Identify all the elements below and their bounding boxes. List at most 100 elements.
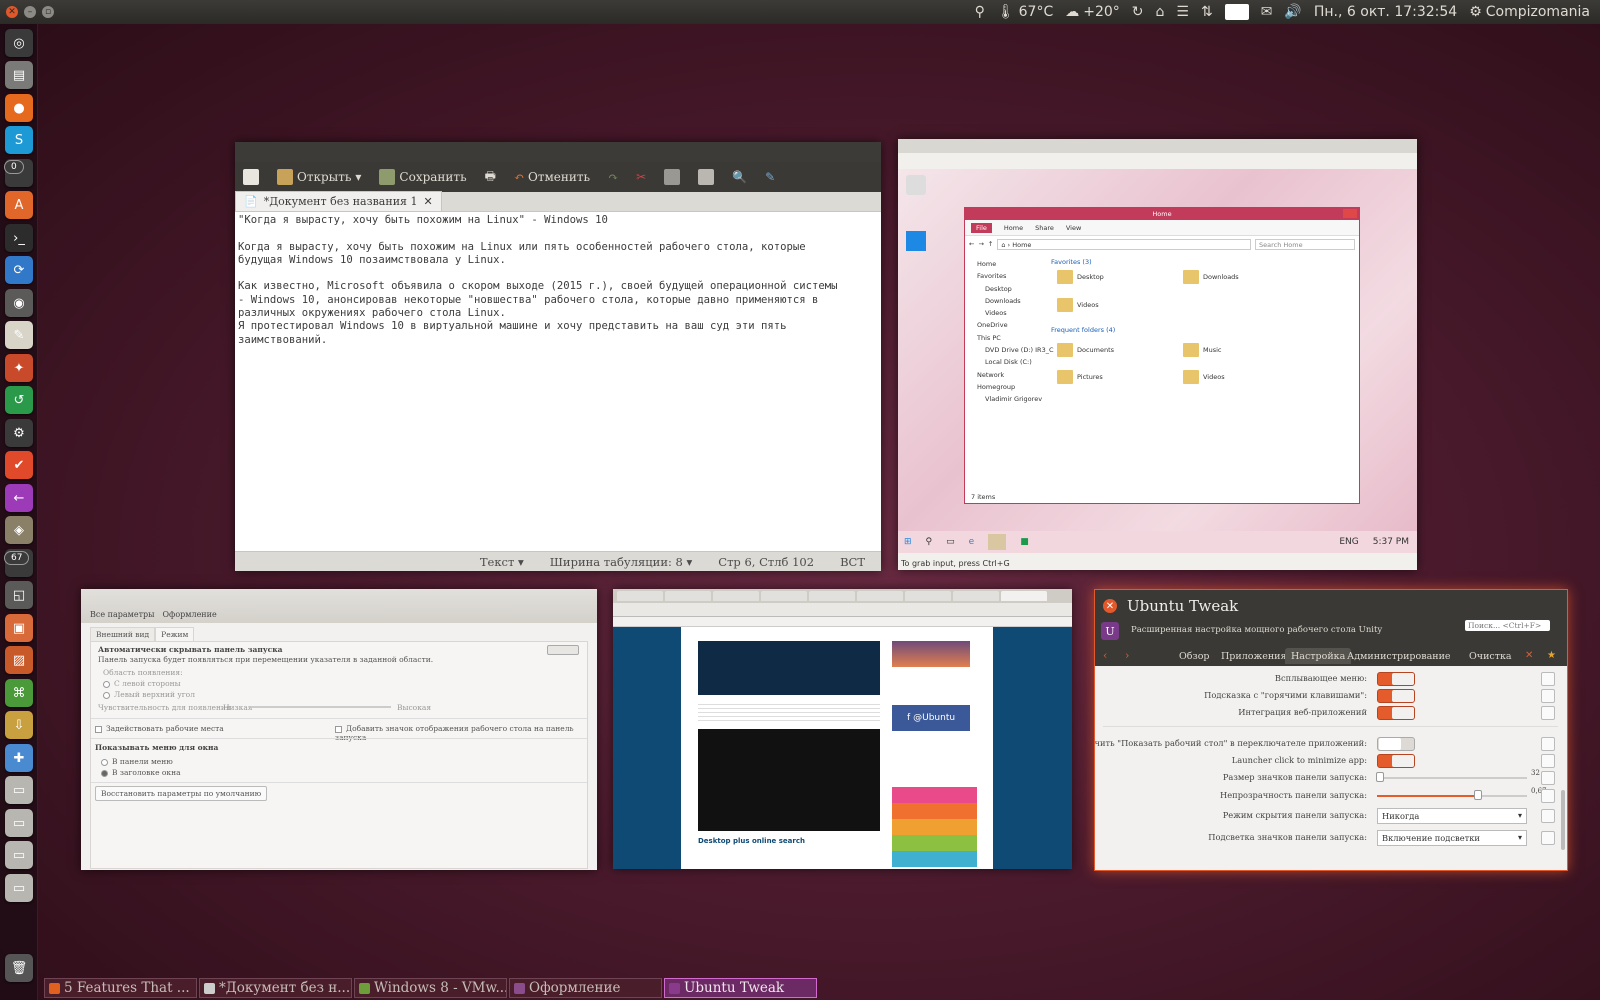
text-editor-icon[interactable]: ✎ [5,321,33,349]
close-icon[interactable] [1343,209,1357,218]
window-titlebar[interactable]: ✕ Ubuntu Tweak [1095,590,1567,622]
tab-behavior[interactable]: Режим [155,627,195,642]
tab-appearance[interactable]: Внешний вид [90,627,156,642]
toggle-switch[interactable] [1377,689,1415,703]
lock-icon[interactable] [1541,706,1555,720]
lock-icon[interactable] [1541,672,1555,686]
new-button[interactable] [243,169,259,185]
explorer-taskbar-icon[interactable] [988,534,1007,550]
downloads-icon[interactable]: ⇩ [5,711,33,739]
lock-icon[interactable] [1541,809,1555,823]
photo-icon[interactable]: ▨ [5,646,33,674]
sidebar-image[interactable] [892,641,970,667]
nav-item[interactable]: Favorites [971,270,1051,282]
taskbar-button[interactable]: 5 Features That ... [44,978,197,998]
search-input[interactable]: Search Home [1255,238,1355,250]
keyboard-indicator[interactable] [1224,4,1249,20]
favorites-header[interactable]: Favorites (3) [1051,258,1092,266]
temperature-indicator[interactable]: 🌡 67°C [997,4,1053,20]
cut-button[interactable]: ✂ [636,170,646,184]
menu-list-icon[interactable]: ☰ [1176,4,1189,20]
trash-icon[interactable]: 🗑 [5,954,33,982]
nav-item[interactable]: Local Disk (C:) [971,356,1051,368]
folder-item[interactable]: Desktop [1057,270,1104,284]
search-input[interactable]: Поиск... <Ctrl+F> [1465,620,1550,631]
browser-tab[interactable] [953,591,999,601]
browser-tab[interactable] [713,591,759,601]
window-titlebar[interactable] [898,139,1417,153]
browser-tab[interactable] [1001,591,1047,601]
nav-item[interactable]: OneDrive [971,319,1051,331]
gear-folder-icon[interactable]: ◈ [5,516,33,544]
nav-item[interactable]: Desktop [971,283,1051,295]
guides-list[interactable] [892,787,977,867]
network-icon[interactable]: ⇅ [1201,4,1213,20]
todo-icon[interactable]: ✔ [5,451,33,479]
toggle-switch[interactable] [1377,672,1415,686]
task-view-icon[interactable]: ▭ [946,537,955,547]
taskbar-button[interactable]: Windows 8 - VMw... [354,978,507,998]
area-corner-option[interactable]: Левый верхний угол [103,690,195,699]
lock-icon[interactable] [1541,789,1555,803]
nav-item[interactable]: This PC [971,332,1051,344]
store-icon[interactable]: ■ [1020,537,1029,547]
facebook-widget[interactable]: f @Ubuntu [892,705,970,731]
replace-button[interactable]: ✎ [765,170,775,184]
start-icon[interactable]: ⊞ [904,537,912,547]
nav-item[interactable]: Vladimir Grigorev [971,393,1051,405]
back-icon[interactable]: ← [5,484,33,512]
dropdown-select[interactable]: Никогда [1377,808,1527,824]
back-icon[interactable]: ← [969,240,974,248]
toggle-switch[interactable] [1377,754,1415,768]
search-icon[interactable]: ⚲ [926,537,933,547]
taskbar-button[interactable]: *Документ без н... [199,978,352,998]
minimize-icon[interactable]: – [24,6,36,18]
star-icon[interactable]: ★ [1547,650,1556,661]
appearance-settings-window[interactable]: Все параметры Оформление Внешний вид Реж… [81,589,597,870]
mail-icon[interactable]: ✉ [1261,4,1273,20]
system-settings-icon[interactable]: ⚙ [5,419,33,447]
browser-tab[interactable] [857,591,903,601]
camera-icon[interactable]: ◉ [5,289,33,317]
nav-item[interactable]: Videos [971,307,1051,319]
skype-icon[interactable]: S [5,126,33,154]
drive3-icon[interactable]: ▭ [5,841,33,869]
vmware-window[interactable]: Home File Home Share View ← → ↑ ⌂ › Home S… [898,139,1417,570]
volume-icon[interactable]: 🔊 [1284,4,1301,20]
window-titlebar[interactable] [235,142,881,162]
web-page[interactable]: Desktop plus online search f @Ubuntu [681,627,993,869]
article-image-2[interactable] [698,729,880,831]
tab-overview[interactable]: Обзор [1173,648,1216,664]
lock-icon[interactable] [1541,737,1555,751]
save-button[interactable]: Сохранить [379,169,467,185]
folder-item[interactable]: Downloads [1183,270,1239,284]
text-editor-area[interactable]: "Когда я вырасту, хочу быть похожим на L… [235,212,881,551]
menu-title-option[interactable]: В заголовке окна [101,768,181,777]
all-settings-button[interactable]: Все параметры [90,610,155,619]
language-indicator[interactable]: ENG [1339,537,1358,547]
ribbon-view[interactable]: View [1066,224,1081,232]
update-icon[interactable]: ↺ [5,386,33,414]
weather-indicator[interactable]: ☁ +20° [1065,4,1120,20]
lock-icon[interactable] [1541,754,1555,768]
software-center-icon[interactable]: A [5,191,33,219]
ubuntu-tweak-window[interactable]: ✕ Ubuntu Tweak U Расширенная настройка м… [1094,589,1568,871]
folder-item[interactable]: Videos [1183,370,1225,384]
forward-icon[interactable]: › [1125,649,1129,662]
folder-item[interactable]: Videos [1057,298,1099,312]
show-desktop-option[interactable]: Добавить значок отображения рабочего сто… [335,724,587,742]
article-caption[interactable]: Desktop plus online search [698,837,805,845]
drive4-icon[interactable]: ▭ [5,874,33,902]
clock[interactable]: Пн., 6 окт. 17:32:54 [1314,4,1457,20]
close-icon[interactable]: ✕ [1103,599,1117,613]
tab-document[interactable]: 📄 *Документ без названия 1 ✕ [235,191,442,211]
mint-app-icon[interactable]: ⌘ [5,679,33,707]
scrollbar[interactable] [1561,790,1565,850]
redo-button[interactable]: ↷ [608,170,618,184]
ie-icon[interactable]: e [969,537,975,547]
ribbon-file[interactable]: File [971,222,992,233]
location-icon[interactable]: ⚲ [975,4,985,20]
print-button[interactable]: 🖶 [485,167,496,188]
drive-icon[interactable]: ▭ [5,776,33,804]
forward-icon[interactable]: → [978,240,983,248]
